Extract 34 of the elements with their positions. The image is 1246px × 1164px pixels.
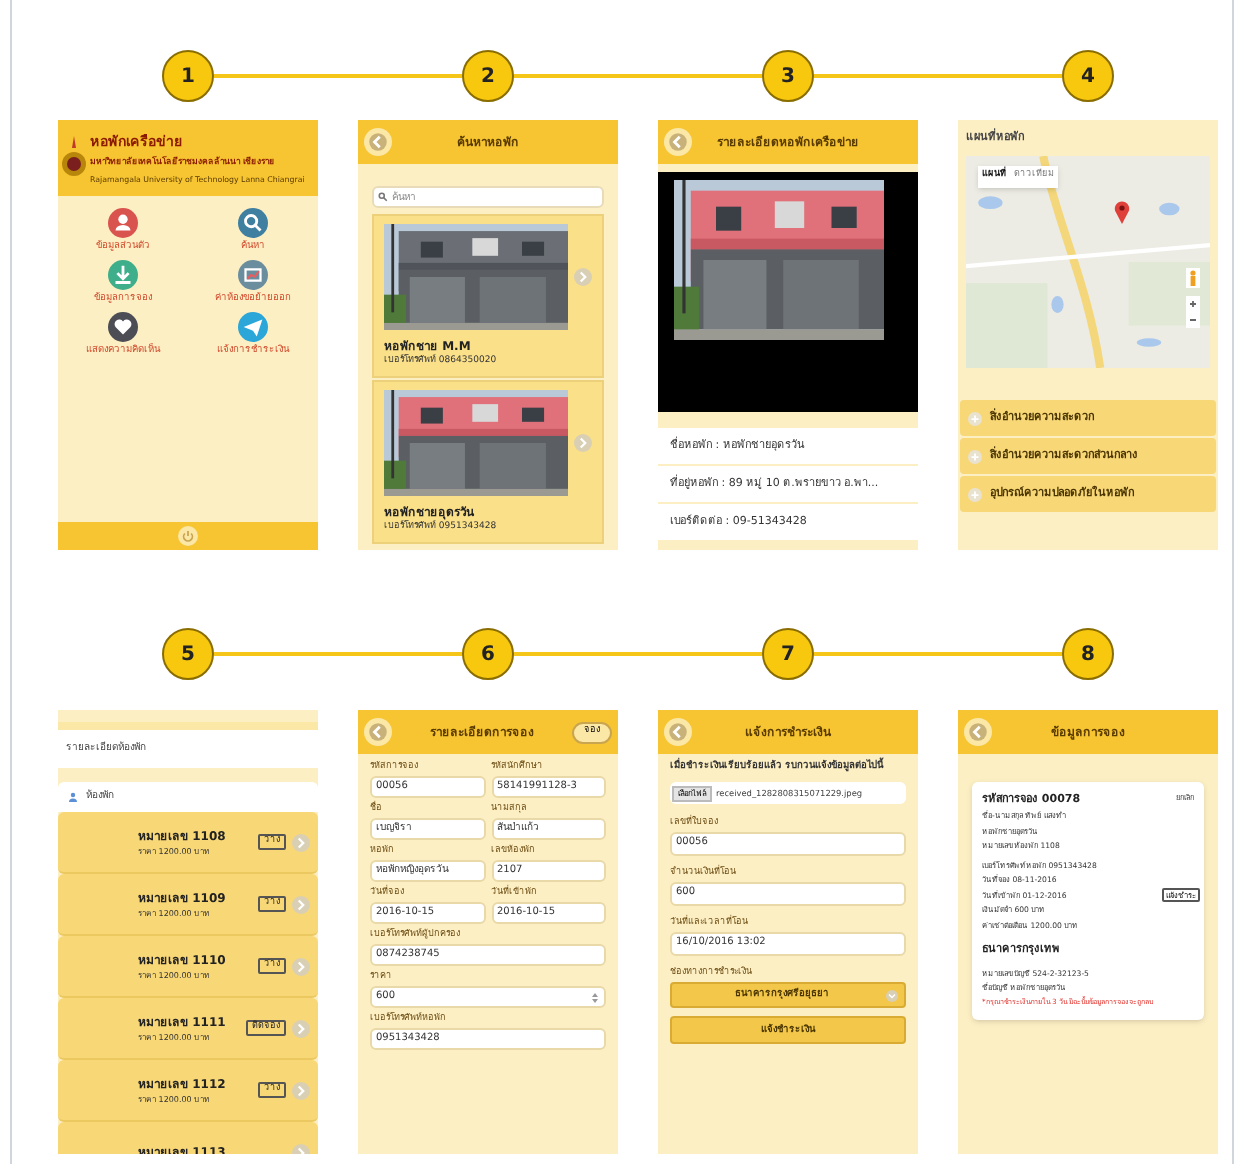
chevron-right-icon[interactable] xyxy=(574,433,592,452)
step-number: 2 xyxy=(462,50,514,102)
back-button[interactable] xyxy=(664,128,692,156)
step-number: 7 xyxy=(762,628,814,680)
chevron-down-icon xyxy=(886,989,898,1002)
chevron-right-icon[interactable] xyxy=(292,895,310,913)
back-button[interactable] xyxy=(364,128,392,156)
chevron-right-icon[interactable] xyxy=(292,1081,310,1099)
step-number: 6 xyxy=(462,628,514,680)
power-icon[interactable] xyxy=(178,526,198,546)
step-number: 4 xyxy=(1062,50,1114,102)
person-icon xyxy=(108,208,138,238)
back-button[interactable] xyxy=(664,718,692,746)
chart-icon xyxy=(238,260,268,291)
chevron-right-icon[interactable] xyxy=(292,1019,310,1037)
download-icon xyxy=(108,260,138,291)
chevron-right-icon[interactable] xyxy=(292,833,310,851)
back-button[interactable] xyxy=(364,718,392,746)
chevron-right-icon[interactable] xyxy=(292,957,310,975)
search-icon xyxy=(378,192,388,202)
step-number: 1 xyxy=(162,50,214,102)
zoom-control[interactable] xyxy=(1186,296,1200,328)
step-number: 5 xyxy=(162,628,214,680)
emblem-icon xyxy=(62,136,86,180)
back-button[interactable] xyxy=(964,718,992,746)
step-number: 8 xyxy=(1062,628,1114,680)
paper-plane-icon xyxy=(238,312,268,343)
spinner-icon[interactable] xyxy=(590,991,600,1003)
search-icon xyxy=(238,208,268,238)
person-icon[interactable] xyxy=(1186,268,1200,288)
map-pin-icon xyxy=(1114,200,1130,224)
chevron-right-icon[interactable] xyxy=(574,268,592,286)
step-number: 3 xyxy=(762,50,814,102)
person-icon xyxy=(68,792,78,802)
